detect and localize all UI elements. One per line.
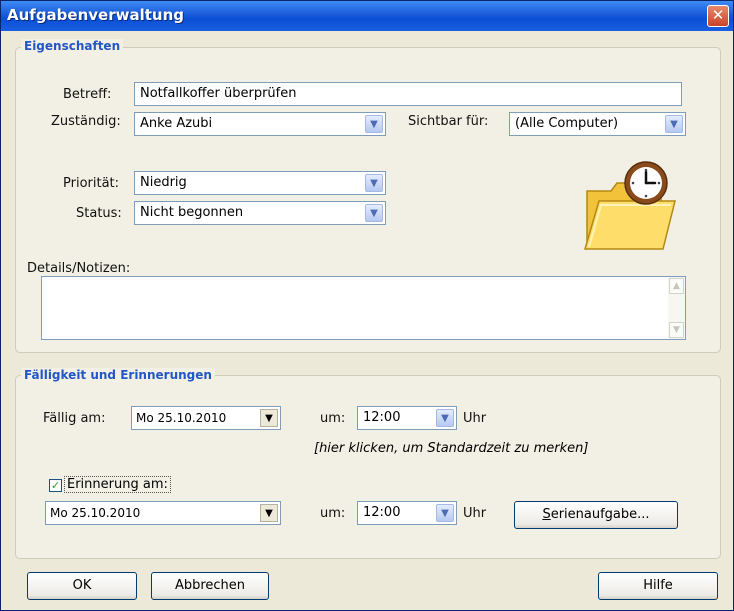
sichtbar-value: (Alle Computer): [515, 116, 619, 131]
faellig-um-label: um:: [320, 411, 346, 426]
faellig-date-value: Mo 25.10.2010: [136, 411, 227, 425]
faellig-time-select[interactable]: 12:00 ▼: [357, 406, 457, 430]
prioritaet-label: Priorität:: [63, 176, 120, 191]
details-textarea[interactable]: ▲ ▼: [41, 276, 686, 340]
erinnerung-uhr-label: Uhr: [463, 506, 487, 521]
scroll-down-icon[interactable]: ▼: [669, 322, 684, 338]
task-dialog-window: Aufgabenverwaltung ✕ Eigenschaften Betre…: [0, 0, 734, 611]
details-label: Details/Notizen:: [27, 261, 131, 276]
faellig-time-value: 12:00: [363, 410, 401, 425]
eigenschaften-group-title: Eigenschaften: [21, 39, 124, 53]
prioritaet-value: Niedrig: [140, 175, 187, 190]
zustaendig-value: Anke Azubi: [140, 116, 213, 131]
chevron-down-icon[interactable]: ▼: [365, 174, 383, 192]
serienaufgabe-button[interactable]: Serienaufgabe...: [514, 501, 678, 529]
chevron-down-icon[interactable]: ▼: [436, 504, 454, 522]
sichtbar-select[interactable]: (Alle Computer) ▼: [509, 112, 686, 136]
betreff-label: Betreff:: [63, 87, 112, 102]
chevron-down-icon[interactable]: ▼: [260, 409, 278, 427]
serienaufgabe-mnemonic: S: [542, 507, 551, 522]
title-bar[interactable]: Aufgabenverwaltung ✕: [1, 1, 733, 31]
chevron-down-icon[interactable]: ▼: [365, 115, 383, 133]
chevron-down-icon[interactable]: ▼: [665, 115, 683, 133]
faellig-label: Fällig am:: [43, 411, 106, 426]
erinnerung-date-value: Mo 25.10.2010: [50, 506, 141, 520]
chevron-down-icon[interactable]: ▼: [365, 204, 383, 222]
erinnerung-um-label: um:: [320, 506, 346, 521]
erinnerung-time-select[interactable]: 12:00 ▼: [357, 501, 457, 525]
erinnerung-time-value: 12:00: [363, 505, 401, 520]
ok-button[interactable]: OK: [27, 572, 137, 600]
faelligkeit-group-title: Fälligkeit und Erinnerungen: [21, 368, 215, 382]
faelligkeit-group: [15, 375, 721, 559]
betreff-input[interactable]: Notfallkoffer überprüfen: [134, 82, 682, 106]
erinnerung-label[interactable]: Erinnerung am:: [64, 476, 171, 493]
chevron-down-icon[interactable]: ▼: [260, 504, 278, 522]
sichtbar-label: Sichtbar für:: [408, 114, 489, 129]
window-title: Aufgabenverwaltung: [7, 6, 184, 24]
zustaendig-label: Zuständig:: [51, 114, 121, 129]
faellig-date-picker[interactable]: Mo 25.10.2010 ▼: [131, 406, 281, 430]
close-button[interactable]: ✕: [707, 5, 729, 27]
hilfe-button[interactable]: Hilfe: [598, 572, 718, 600]
status-value: Nicht begonnen: [140, 205, 244, 220]
prioritaet-select[interactable]: Niedrig ▼: [134, 171, 386, 195]
close-icon: ✕: [711, 6, 725, 24]
erinnerung-checkbox[interactable]: ✓: [49, 479, 62, 492]
folder-clock-icon: [584, 161, 676, 250]
standard-time-hint-link[interactable]: [hier klicken, um Standardzeit zu merken…: [314, 441, 588, 456]
abbrechen-button[interactable]: Abbrechen: [151, 572, 269, 600]
serienaufgabe-label: erienaufgabe...: [550, 507, 650, 522]
scroll-up-icon[interactable]: ▲: [669, 278, 684, 294]
status-label: Status:: [76, 206, 122, 221]
status-select[interactable]: Nicht begonnen ▼: [134, 201, 386, 225]
zustaendig-select[interactable]: Anke Azubi ▼: [134, 112, 386, 136]
chevron-down-icon[interactable]: ▼: [436, 409, 454, 427]
details-scrollbar[interactable]: ▲ ▼: [668, 277, 685, 339]
erinnerung-date-picker[interactable]: Mo 25.10.2010 ▼: [45, 501, 281, 525]
faellig-uhr-label: Uhr: [463, 411, 487, 426]
